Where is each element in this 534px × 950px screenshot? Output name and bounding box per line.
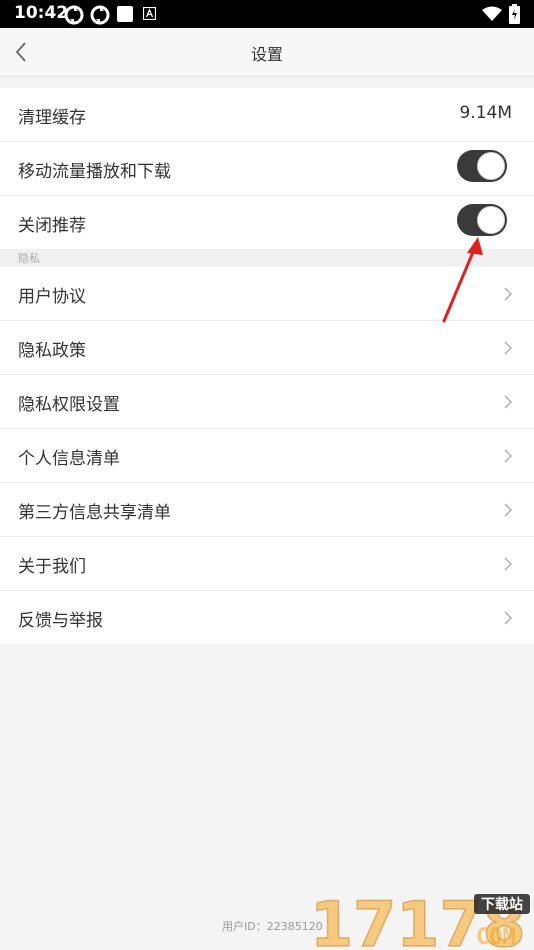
- privacy-group: 用户协议 隐私政策 隐私权限设置 个人信息清单 第三方信息共享清单 关于我们 反…: [0, 267, 534, 644]
- mobile-data-label: 移动流量播放和下载: [18, 162, 171, 182]
- chevron-right-icon: [504, 341, 513, 355]
- chevron-right-icon: [504, 503, 513, 517]
- third-party-sharing-row[interactable]: 第三方信息共享清单: [0, 483, 534, 537]
- privacy-permissions-row[interactable]: 隐私权限设置: [0, 375, 534, 429]
- privacy-policy-row[interactable]: 隐私政策: [0, 321, 534, 375]
- privacy-permissions-label: 隐私权限设置: [18, 395, 120, 415]
- sync-icon: [90, 5, 110, 25]
- page-title: 设置: [250, 45, 283, 64]
- user-agreement-label: 用户协议: [18, 287, 86, 307]
- status-bar: 10:42: [0, 0, 534, 28]
- chevron-right-icon: [504, 611, 513, 625]
- mobile-data-row: 移动流量播放和下载: [0, 142, 534, 196]
- wifi-icon: [482, 6, 502, 21]
- sync-icon: [64, 5, 84, 25]
- third-party-sharing-label: 第三方信息共享清单: [18, 503, 171, 523]
- status-time: 10:42: [14, 3, 69, 23]
- chevron-right-icon: [504, 557, 513, 571]
- chevron-right-icon: [504, 395, 513, 409]
- feedback-report-label: 反馈与举报: [18, 611, 103, 631]
- watermark-tag: 下载站: [481, 896, 523, 913]
- clear-cache-label: 清理缓存: [18, 108, 86, 128]
- battery-icon: [509, 4, 520, 24]
- clear-cache-row[interactable]: 清理缓存 9.14M: [0, 88, 534, 142]
- privacy-section-header: 隐私: [0, 249, 534, 266]
- about-us-label: 关于我们: [18, 557, 86, 577]
- about-us-row[interactable]: 关于我们: [0, 537, 534, 591]
- site-watermark-logo: 17178 下载站 COM: [309, 887, 530, 950]
- cache-size-value: 9.14M: [459, 103, 512, 123]
- disable-recommend-toggle[interactable]: [457, 204, 507, 236]
- chevron-right-icon: [504, 449, 513, 463]
- square-icon: [117, 6, 133, 22]
- feedback-report-row[interactable]: 反馈与举报: [0, 591, 534, 644]
- privacy-policy-label: 隐私政策: [18, 341, 86, 361]
- user-agreement-row[interactable]: 用户协议: [0, 267, 534, 321]
- toggle-knob: [477, 206, 505, 234]
- privacy-section-label: 隐私: [18, 252, 40, 265]
- watermark-domain: COM: [476, 925, 516, 950]
- chevron-right-icon: [504, 287, 513, 301]
- disable-recommend-label: 关闭推荐: [18, 216, 86, 236]
- personal-info-list-label: 个人信息清单: [18, 449, 120, 469]
- header-bar: 设置: [0, 28, 534, 77]
- mobile-data-toggle[interactable]: [457, 150, 507, 182]
- toggle-knob: [477, 152, 505, 180]
- a-badge-icon: [143, 7, 156, 20]
- settings-group: 清理缓存 9.14M 移动流量播放和下载 关闭推荐: [0, 88, 534, 249]
- disable-recommend-row: 关闭推荐: [0, 196, 534, 249]
- personal-info-list-row[interactable]: 个人信息清单: [0, 429, 534, 483]
